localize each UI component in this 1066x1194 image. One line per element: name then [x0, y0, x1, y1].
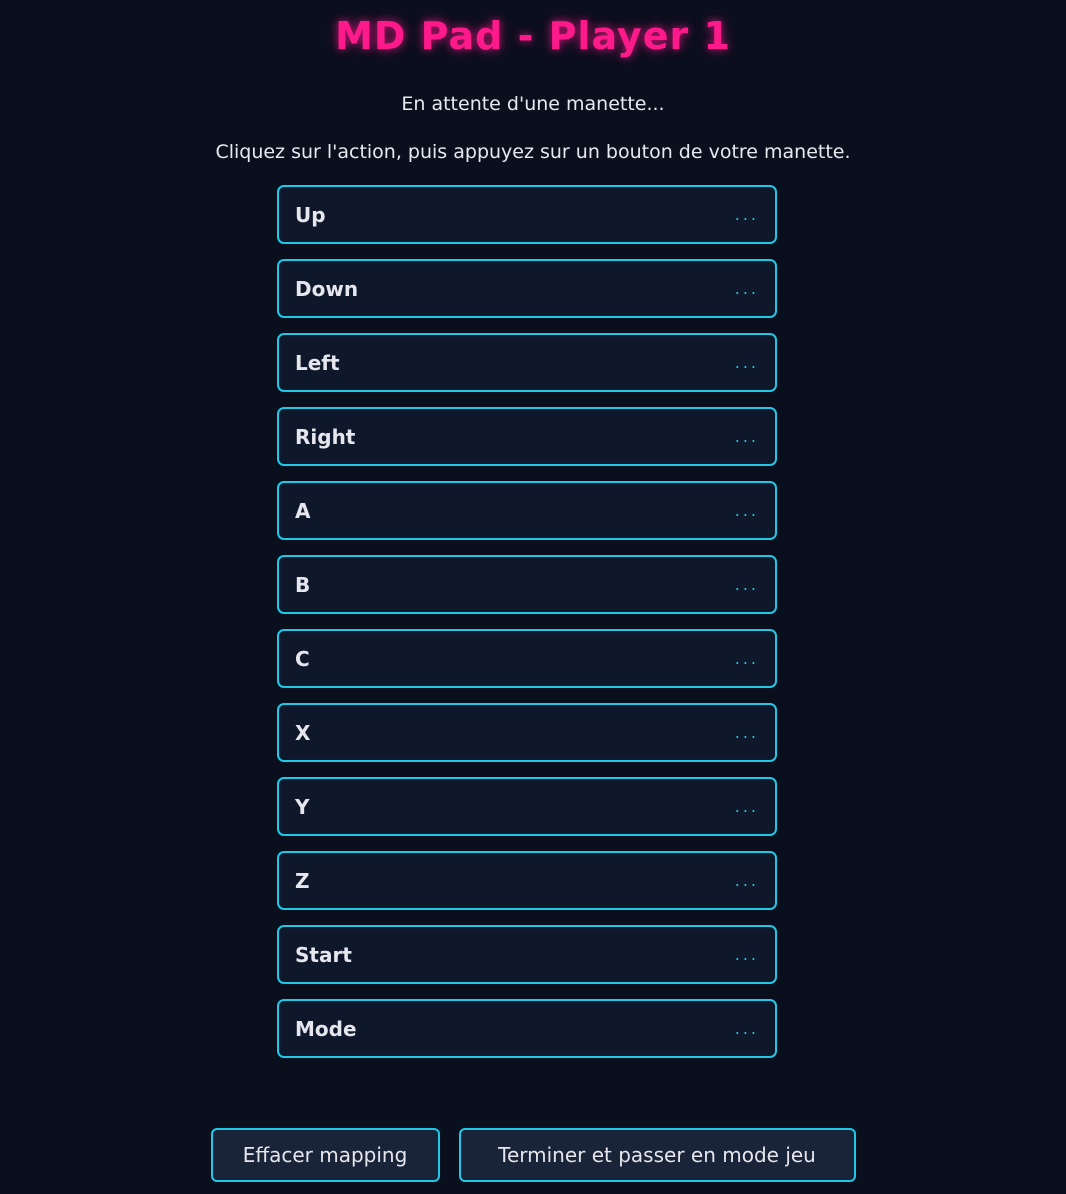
- mapping-label: Y: [295, 794, 310, 819]
- mapping-row-mode[interactable]: Mode ...: [277, 999, 777, 1058]
- mapping-label: X: [295, 720, 311, 745]
- mapping-label: Left: [295, 350, 340, 375]
- mapping-value: ...: [734, 353, 759, 372]
- mapping-row-start[interactable]: Start ...: [277, 925, 777, 984]
- mapping-value: ...: [734, 279, 759, 298]
- mapping-label: Down: [295, 276, 359, 301]
- gamepad-status-text: En attente d'une manette...: [401, 93, 665, 115]
- mapping-row-left[interactable]: Left ...: [277, 333, 777, 392]
- mapping-row-down[interactable]: Down ...: [277, 259, 777, 318]
- mapping-label: Mode: [295, 1016, 357, 1041]
- mapping-row-b[interactable]: B ...: [277, 555, 777, 614]
- mapping-value: ...: [734, 797, 759, 816]
- clear-mapping-button[interactable]: Effacer mapping: [210, 1128, 440, 1182]
- mapping-value: ...: [734, 575, 759, 594]
- mapping-value: ...: [734, 871, 759, 890]
- mapping-label: Up: [295, 202, 326, 227]
- mapping-row-a[interactable]: A ...: [277, 481, 777, 540]
- mapping-row-z[interactable]: Z ...: [277, 851, 777, 910]
- mapping-value: ...: [734, 945, 759, 964]
- mapping-value: ...: [734, 723, 759, 742]
- mapping-value: ...: [734, 205, 759, 224]
- mapping-row-c[interactable]: C ...: [277, 629, 777, 688]
- mapping-row-y[interactable]: Y ...: [277, 777, 777, 836]
- mapping-value: ...: [734, 649, 759, 668]
- mapping-value: ...: [734, 427, 759, 446]
- mapping-row-up[interactable]: Up ...: [277, 185, 777, 244]
- mapping-value: ...: [734, 1019, 759, 1038]
- mapping-label: Z: [295, 868, 310, 893]
- mapping-label: C: [295, 646, 310, 671]
- mapping-row-x[interactable]: X ...: [277, 703, 777, 762]
- mapping-row-right[interactable]: Right ...: [277, 407, 777, 466]
- finish-game-mode-button[interactable]: Terminer et passer en mode jeu: [458, 1128, 856, 1182]
- mapping-label: A: [295, 498, 311, 523]
- page-title: MD Pad - Player 1: [335, 14, 731, 58]
- mapping-value: ...: [734, 501, 759, 520]
- mapping-list: Up ... Down ... Left ... Right ... A ...…: [277, 185, 777, 1073]
- instructions-text: Cliquez sur l'action, puis appuyez sur u…: [215, 141, 851, 163]
- mapping-label: Start: [295, 942, 352, 967]
- action-buttons: Effacer mapping Terminer et passer en mo…: [0, 1128, 1066, 1182]
- mapping-label: B: [295, 572, 311, 597]
- mapping-label: Right: [295, 424, 356, 449]
